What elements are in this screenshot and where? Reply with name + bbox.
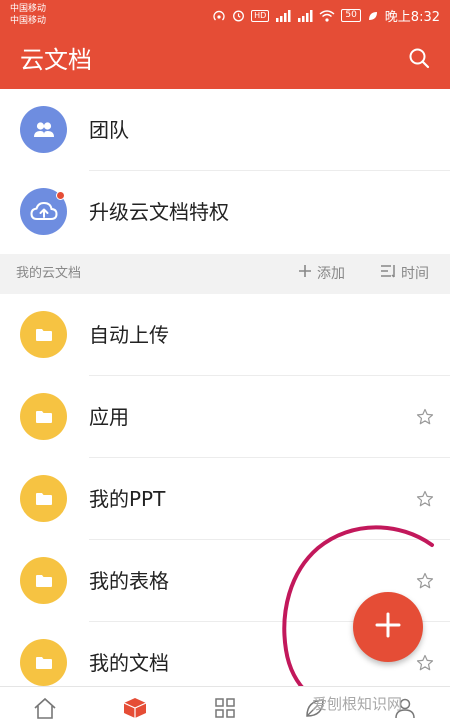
plus-icon <box>298 264 312 284</box>
page-title: 云文档 <box>20 46 92 74</box>
folder-label: 我的PPT <box>89 487 166 511</box>
add-label: 添加 <box>317 266 345 282</box>
folder-icon <box>20 393 67 440</box>
folder-label: 我的文档 <box>89 651 169 675</box>
home-icon <box>33 697 57 720</box>
alarm-icon <box>232 9 245 22</box>
star-icon[interactable] <box>416 572 434 590</box>
carrier-info: 中国移动 中国移动 <box>10 3 46 27</box>
star-icon[interactable] <box>416 490 434 508</box>
folder-icon <box>20 557 67 604</box>
nav-apps[interactable] <box>211 697 239 720</box>
sort-label: 时间 <box>401 266 429 282</box>
star-icon[interactable] <box>416 654 434 672</box>
watermark-text: 爱刨根知识网 <box>312 695 403 713</box>
plus-icon <box>375 612 401 642</box>
carrier-2: 中国移动 <box>10 16 47 26</box>
app-bar: 云文档 <box>0 31 450 89</box>
hotspot-icon <box>212 9 226 23</box>
clock-time: 晚上8:32 <box>384 10 440 25</box>
carrier-1: 中国移动 <box>10 4 47 14</box>
wifi-icon <box>319 9 335 22</box>
status-icons: HD 50 晚上8:32 <box>212 7 440 25</box>
upgrade-label: 升级云文档特权 <box>89 200 229 224</box>
folder-row[interactable]: 应用 <box>0 376 450 458</box>
section-title: 我的云文档 <box>16 266 82 281</box>
folder-row[interactable]: 自动上传 <box>0 294 450 376</box>
folder-row[interactable]: 我的PPT <box>0 458 450 540</box>
battery-icon: 50 <box>341 9 361 22</box>
folder-label: 自动上传 <box>89 323 169 347</box>
star-icon[interactable] <box>416 408 434 426</box>
screen: 中国移动 中国移动 HD 50 晚上8:32 云文档 团队 升级云文档特权 我的… <box>0 0 450 720</box>
add-fab-button[interactable] <box>353 592 423 662</box>
leaf-status-icon <box>367 10 379 22</box>
folder-icon <box>20 311 67 358</box>
search-icon <box>408 47 430 73</box>
signal-icon-2 <box>297 9 313 22</box>
folder-icon <box>20 475 67 522</box>
nav-cloud-docs[interactable] <box>121 697 149 720</box>
nav-home[interactable] <box>31 697 59 720</box>
team-label: 团队 <box>89 118 129 142</box>
sort-icon <box>380 264 396 284</box>
sort-button[interactable]: 时间 <box>380 264 429 284</box>
team-icon <box>20 106 67 153</box>
apps-grid-icon <box>214 697 236 720</box>
folder-icon <box>20 639 67 686</box>
notification-dot <box>56 191 65 200</box>
section-header: 我的云文档 添加 时间 <box>0 254 450 294</box>
folder-label: 我的表格 <box>89 569 169 593</box>
hd-badge: HD <box>251 9 270 22</box>
team-row[interactable]: 团队 <box>0 89 450 171</box>
upgrade-row[interactable]: 升级云文档特权 <box>0 171 450 253</box>
status-bar: 中国移动 中国移动 HD 50 晚上8:32 <box>0 0 450 31</box>
search-button[interactable] <box>404 45 434 75</box>
signal-icon-1 <box>275 9 291 22</box>
cloud-box-icon <box>123 697 147 720</box>
folder-label: 应用 <box>89 405 129 429</box>
add-button[interactable]: 添加 <box>298 264 345 284</box>
